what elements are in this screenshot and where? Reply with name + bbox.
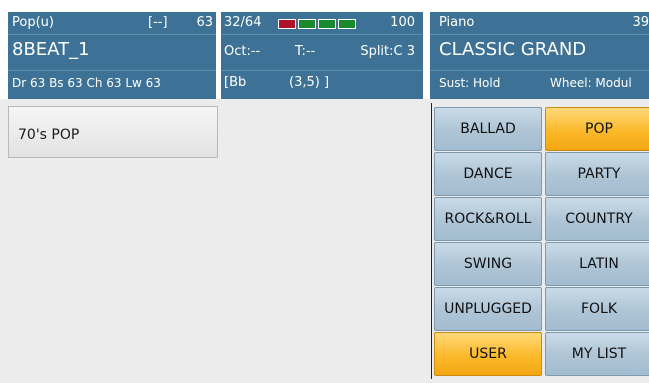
style-parts: Dr 63 Bs 63 Ch 63 Lw 63 [12,76,161,90]
position-value: (3,5) ] [289,75,330,90]
genre-button-ballad[interactable]: BALLAD [434,107,542,151]
voice-name: CLASSIC GRAND [439,39,587,60]
genre-button-swing[interactable]: SWING [434,242,542,286]
genre-button-unplugged[interactable]: UNPLUGGED [434,287,542,331]
meter-segment [318,19,336,29]
split-value: Split:C 3 [360,44,415,59]
style-panel[interactable]: Pop(u) [--] 63 8BEAT_1 Dr 63 Bs 63 Ch 63… [8,12,216,99]
style-bracket: [--] [148,15,168,30]
genre-button-dance[interactable]: DANCE [434,152,542,196]
meter-segment [338,19,356,29]
divider [430,34,649,35]
status-panel: 32/64 100 Oct:-- T:-- Split:C 3 [Bb (3,5… [221,12,423,99]
genre-button-user[interactable]: USER [434,332,542,376]
level-meter [278,19,356,29]
genre-button-my-list[interactable]: MY LIST [545,332,649,376]
divider [8,34,216,35]
genre-button-latin[interactable]: LATIN [545,242,649,286]
measure-counter: 32/64 [224,15,262,30]
sustain-mode: Sust: Hold [439,76,501,90]
meter-segment [278,19,296,29]
divider [221,70,423,71]
tempo-value: 100 [390,15,415,30]
divider [431,103,432,379]
song-list-item[interactable]: 70's POP [8,106,218,158]
chord-value: [Bb [224,75,247,90]
genre-button-pop[interactable]: POP [545,107,649,151]
genre-button-country[interactable]: COUNTRY [545,197,649,241]
voice-panel[interactable]: Piano 39 CLASSIC GRAND Sust: Hold Wheel:… [430,12,649,99]
wheel-mode: Wheel: Modul [550,76,632,90]
style-number: 63 [196,15,213,30]
octave-value: Oct:-- [224,44,261,59]
genre-button-rock-and-roll[interactable]: ROCK&ROLL [434,197,542,241]
voice-number: 39 [632,15,649,30]
genre-button-folk[interactable]: FOLK [545,287,649,331]
style-name: 8BEAT_1 [12,39,90,60]
transpose-value: T:-- [295,44,316,59]
top-status-bar: Pop(u) [--] 63 8BEAT_1 Dr 63 Bs 63 Ch 63… [0,0,649,99]
divider [221,34,423,35]
genre-button-party[interactable]: PARTY [545,152,649,196]
voice-category: Piano [439,15,475,30]
style-category: Pop(u) [12,15,54,30]
divider [8,70,216,71]
divider [430,70,649,71]
meter-segment [298,19,316,29]
